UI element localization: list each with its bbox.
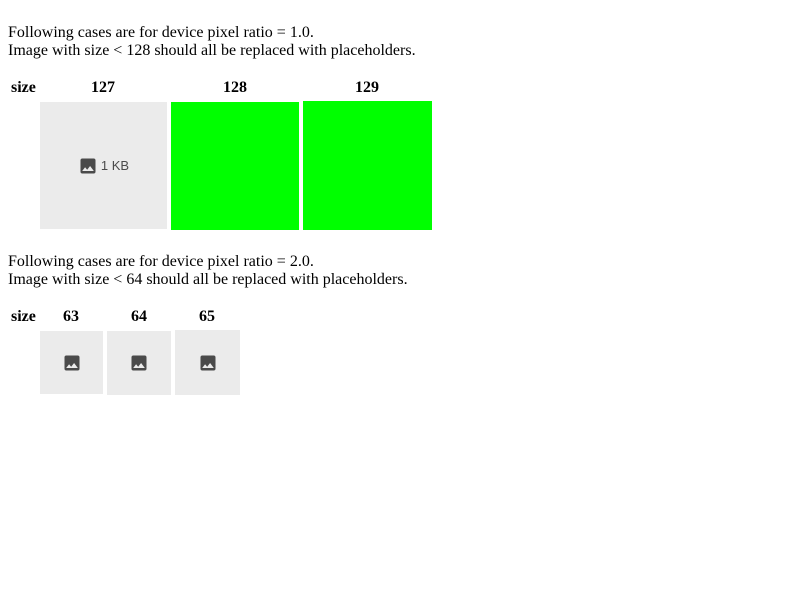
image-icon: [131, 355, 147, 371]
image-placeholder-127: 1 KB: [40, 102, 167, 229]
dpr1-col-127: 127: [91, 79, 115, 96]
dpr1-line-2: Image with size < 128 should all be repl…: [8, 42, 416, 59]
dpr2-col-63: 63: [63, 308, 79, 325]
image-icon: [64, 355, 79, 370]
image-placeholder-65: [175, 330, 240, 395]
dpr1-description: Following cases are for device pixel rat…: [8, 24, 416, 60]
dpr2-line-1: Following cases are for device pixel rat…: [8, 253, 314, 270]
dpr1-col-129: 129: [355, 79, 379, 96]
dpr2-col-65: 65: [199, 308, 215, 325]
image-icon: [80, 158, 96, 173]
dpr1-col-128: 128: [223, 79, 247, 96]
dpr2-description: Following cases are for device pixel rat…: [8, 253, 408, 289]
dpr1-size-header: size: [11, 79, 36, 96]
image-icon: [200, 355, 215, 370]
image-placeholder-63: [40, 331, 103, 394]
dpr2-col-64: 64: [131, 308, 147, 325]
dpr1-line-1: Following cases are for device pixel rat…: [8, 24, 314, 41]
image-128: [171, 102, 299, 230]
image-placeholder-64: [107, 331, 171, 395]
placeholder-size-label: 1 KB: [100, 157, 130, 173]
dpr2-line-2: Image with size < 64 should all be repla…: [8, 271, 408, 288]
dpr2-size-header: size: [11, 308, 36, 325]
image-129: [303, 101, 432, 230]
